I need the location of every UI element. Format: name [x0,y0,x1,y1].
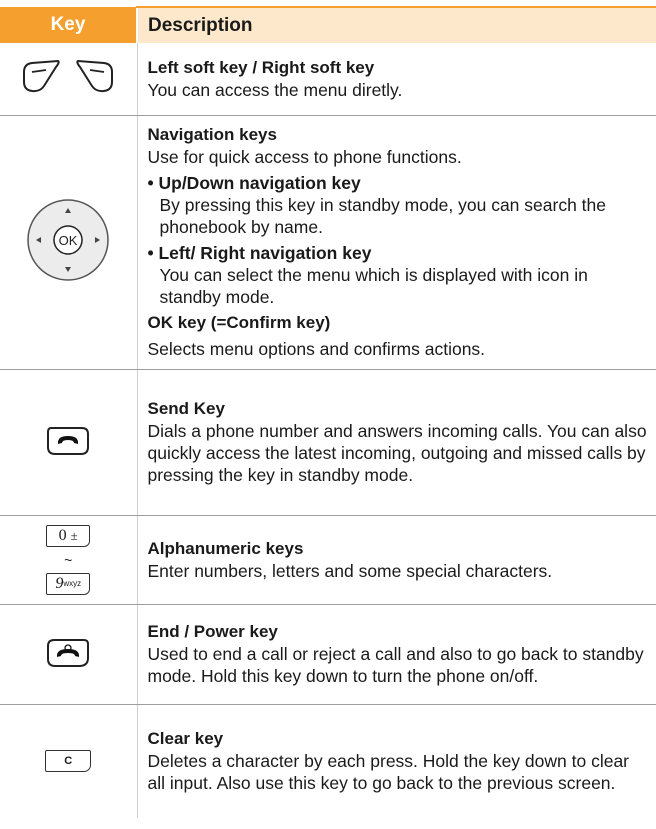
table-header: Key Description [0,6,656,43]
range-tilde: ~ [64,551,73,568]
alphanumeric-keys-body: Enter numbers, letters and some special … [147,560,553,581]
navigation-keys-body: Use for quick access to phone functions. [147,147,462,167]
send-key-body: Dials a phone number and answers incomin… [147,421,647,485]
alphanumeric-keys-icon: 0 ± ~ 9 wxyz [46,524,91,595]
ok-key-body: Selects menu options and confirms action… [147,339,486,359]
header-description: Description [136,6,656,43]
alphanumeric-keys-cell: 0 ± ~ 9 wxyz [0,515,138,605]
ok-key-label: OK [59,233,78,248]
end-key-body: Used to end a call or reject a call and … [147,644,644,686]
nine-key-icon: 9 wxyz [46,572,91,595]
clear-key-description: Clear key Deletes a character by each pr… [137,704,656,818]
navigation-keys-title: Navigation keys [147,125,277,144]
send-key-cell [0,369,138,516]
navigation-ok-key-icon: OK [27,198,109,281]
soft-keys-cell [0,43,138,116]
soft-keys-icon [23,60,114,93]
ok-key-title: OK key (=Confirm key) [147,313,331,332]
end-key-description: End / Power key Used to end a call or re… [137,604,656,705]
clear-key-cell: C [0,704,138,818]
end-power-key-icon [47,638,90,667]
clear-key-title: Clear key [147,729,224,749]
clear-key-icon: C [45,750,92,773]
updown-key-title: • Up/Down navigation key [147,173,361,193]
table-row: C Clear key Deletes a character by each … [0,704,656,818]
navigation-keys-cell: OK [0,115,138,370]
table-row: Send Key Dials a phone number and answer… [0,369,656,516]
table-row: Left soft key / Right soft key You can a… [0,43,656,116]
send-key-title: Send Key [147,399,225,418]
send-key-icon [47,426,90,455]
navigation-keys-description: Navigation keys Use for quick access to … [137,115,656,370]
soft-keys-description: Left soft key / Right soft key You can a… [137,43,656,116]
leftright-key-title: • Left/ Right navigation key [147,243,372,263]
end-key-cell [0,604,138,705]
updown-key-body: By pressing this key in standby mode, yo… [159,195,607,237]
alphanumeric-keys-title: Alphanumeric keys [147,538,304,558]
send-key-description: Send Key Dials a phone number and answer… [137,369,656,516]
alphanumeric-keys-description: Alphanumeric keys Enter numbers, letters… [137,515,656,605]
soft-keys-body: You can access the menu diretly. [147,79,403,100]
leftright-key-body: You can select the menu which is display… [159,265,588,307]
soft-keys-title: Left soft key / Right soft key [147,57,375,77]
table-row: End / Power key Used to end a call or re… [0,604,656,705]
zero-key-icon: 0 ± [46,524,91,547]
end-key-title: End / Power key [147,622,278,641]
key-description-table: Key Description Left soft key / Right so… [0,6,656,818]
table-row: 0 ± ~ 9 wxyz Alphanumeric keys Enter numb… [0,515,656,605]
header-key: Key [0,7,137,43]
table-row: OK Navigation keys Use for quick access … [0,115,656,370]
clear-key-body: Deletes a character by each press. Hold … [147,751,630,794]
